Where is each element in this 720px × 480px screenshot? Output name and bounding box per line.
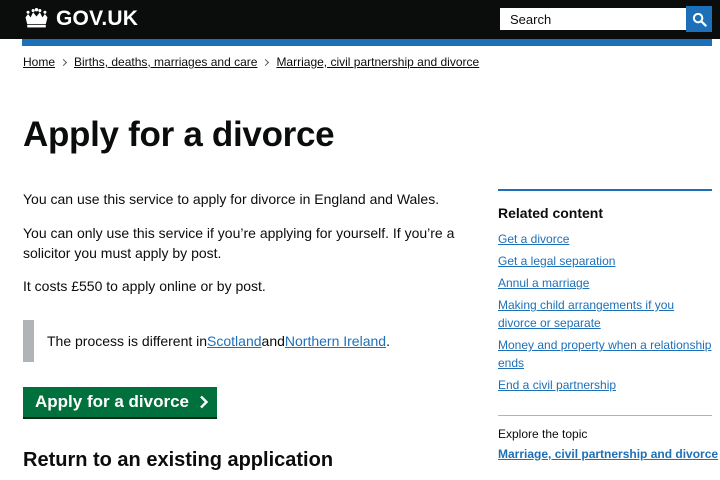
list-item: Annul a marriage [498,274,712,292]
breadcrumb-marriage-divorce[interactable]: Marriage, civil partnership and divorce [276,55,479,69]
list-item: End a civil partnership [498,376,712,394]
chevron-right-icon [200,395,209,409]
scotland-link[interactable]: Scotland [207,333,261,349]
logo-text: GOV.UK [56,7,139,30]
chevron-right-icon [59,58,68,66]
inset-middle: and [261,333,285,349]
intro-paragraph: You can use this service to apply for di… [23,191,440,207]
cost-paragraph: It costs £550 to apply online or by post… [23,278,266,294]
header-blue-bar [22,39,712,46]
govuk-logo-link[interactable]: GOV.UK [23,7,138,31]
list-item: Making child arrangements if you divorce… [498,296,712,332]
related-links: Get a divorce Get a legal separation Ann… [498,230,712,394]
chevron-right-icon [262,58,270,66]
list-item: Money and property when a relationship e… [498,336,712,372]
page-title: Apply for a divorce [23,115,335,154]
search-button[interactable] [686,6,712,32]
topic-divider [498,415,712,416]
related-link-child-arrangements[interactable]: Making child arrangements if you divorce… [498,298,674,330]
related-content: Related content Get a divorce Get a lega… [498,189,712,398]
start-button-label: Apply for a divorce [35,392,189,411]
apply-start-button[interactable]: Apply for a divorce [23,387,217,417]
related-content-title: Related content [498,205,604,221]
explore-topic-label: Explore the topic [498,427,588,441]
inset-prefix: The process is different in [47,333,208,349]
list-item: Get a legal separation [498,252,712,270]
related-link-legal-separation[interactable]: Get a legal separation [498,254,615,268]
list-item: Get a divorce [498,230,712,248]
return-application-heading: Return to an existing application [23,449,334,471]
related-link-money-property[interactable]: Money and property when a relationship e… [498,338,711,370]
related-link-get-divorce[interactable]: Get a divorce [498,232,569,246]
related-link-civil-partnership[interactable]: End a civil partnership [498,378,616,392]
breadcrumb: Home Births, deaths, marriages and care … [23,55,479,69]
crown-icon [25,8,48,28]
breadcrumb-births-deaths[interactable]: Births, deaths, marriages and care [74,55,257,69]
site-header: GOV.UK [0,0,720,39]
magnifier-icon [692,12,707,27]
explore-topic-link[interactable]: Marriage, civil partnership and divorce [498,446,718,462]
eligibility-paragraph: You can only use this service if you’re … [23,225,455,261]
northern-ireland-link[interactable]: Northern Ireland [285,333,386,349]
related-link-annul-marriage[interactable]: Annul a marriage [498,276,589,290]
inset-text: The process is different in Scotland and… [23,320,463,362]
breadcrumb-home[interactable]: Home [23,55,55,69]
inset-suffix: . [386,333,390,349]
search-input[interactable] [498,6,686,32]
